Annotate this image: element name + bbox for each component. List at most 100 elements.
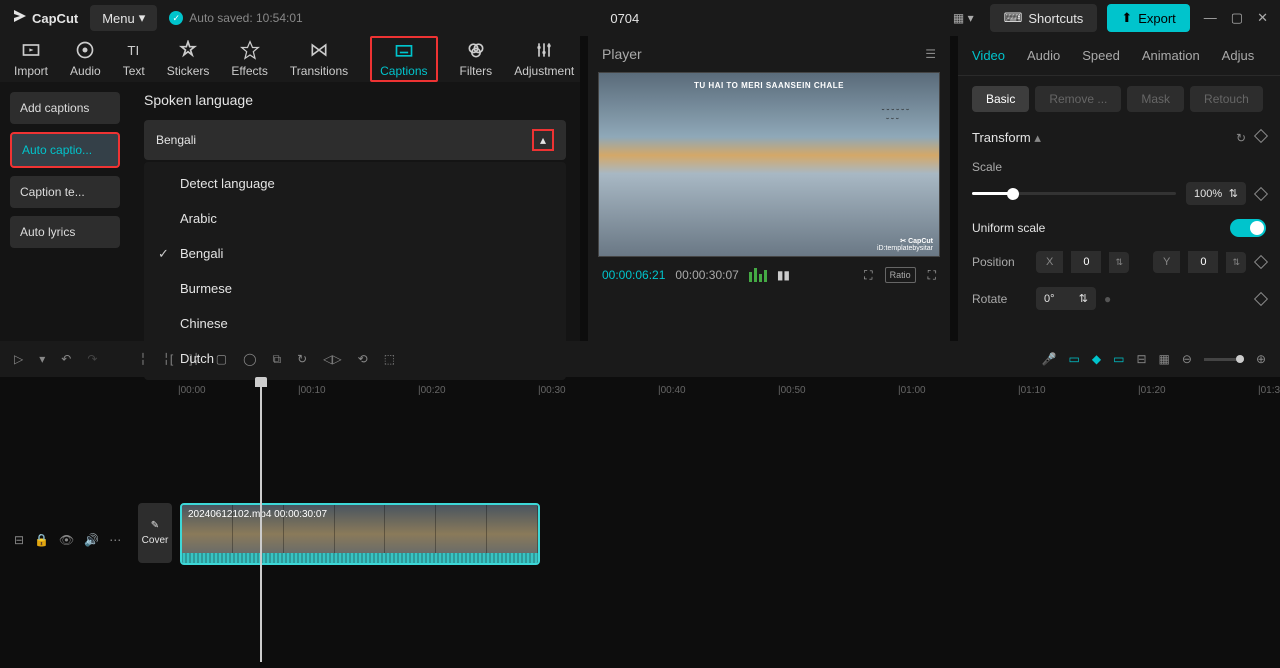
magnet-icon[interactable]: ▭ — [1069, 352, 1080, 366]
tab-stickers[interactable]: Stickers — [167, 40, 210, 78]
playhead[interactable] — [260, 377, 262, 662]
language-dropdown: Detect language Arabic Bengali Burmese C… — [144, 162, 566, 380]
subtab-remove[interactable]: Remove ... — [1035, 86, 1121, 112]
tab-captions[interactable]: Captions — [370, 36, 437, 82]
upload-icon: ⬆ — [1121, 10, 1132, 26]
tab-transitions[interactable]: Transitions — [290, 40, 348, 78]
shortcuts-button[interactable]: ⌨ Shortcuts — [990, 4, 1098, 32]
collapse-icon[interactable]: ⊟ — [14, 533, 24, 547]
layout-icon[interactable]: ▦ ▾ — [947, 5, 980, 31]
ruler-tick: |01:30 — [1258, 385, 1280, 396]
check-icon: ✓ — [169, 11, 183, 25]
tab-audio[interactable]: Audio — [70, 40, 101, 78]
subtab-retouch[interactable]: Retouch — [1190, 86, 1263, 112]
video-clip[interactable]: 20240612102.mp4 00:00:30:07 — [180, 503, 540, 565]
app-logo: CapCut — [12, 10, 78, 26]
auto-captions-btn[interactable]: Auto captio... — [10, 132, 120, 168]
uniform-scale-label: Uniform scale — [972, 221, 1045, 235]
caption-overlay: TU HAI TO MERI SAANSEIN CHALE — [694, 81, 844, 90]
reset-icon[interactable]: ↻ — [1236, 131, 1246, 145]
timeline-ruler[interactable]: |00:00|00:10|00:20|00:30|00:40|00:50|01:… — [0, 377, 1280, 403]
prop-tab-audio[interactable]: Audio — [1027, 48, 1060, 63]
hamburger-icon[interactable]: ☰ — [925, 47, 936, 61]
ruler-tick: |00:10 — [298, 385, 326, 396]
align-icon[interactable]: ⊟ — [1136, 352, 1146, 366]
focus-icon[interactable]: ⛶ — [864, 268, 872, 283]
tab-filters[interactable]: Filters — [460, 40, 493, 78]
prop-tab-speed[interactable]: Speed — [1082, 48, 1120, 63]
cover-button[interactable]: ✎ Cover — [138, 503, 172, 563]
prop-tab-adjustment[interactable]: Adjus — [1222, 48, 1255, 63]
property-tabs: Video Audio Speed Animation Adjus — [958, 36, 1280, 76]
keyframe-icon[interactable] — [1254, 186, 1268, 200]
tab-import[interactable]: Import — [14, 40, 48, 78]
scale-slider[interactable] — [972, 192, 1176, 195]
preview-icon[interactable]: ▭ — [1113, 352, 1124, 366]
uniform-scale-toggle[interactable] — [1230, 219, 1266, 237]
lock-icon[interactable]: 🔒 — [34, 533, 49, 547]
keyframe-icon[interactable] — [1254, 129, 1268, 143]
rotate-dial-icon[interactable]: ● — [1104, 292, 1111, 306]
auto-lyrics-btn[interactable]: Auto lyrics — [10, 216, 120, 248]
scale-value[interactable]: 100%⇅ — [1186, 182, 1246, 205]
redo-button[interactable]: ↷ — [87, 352, 97, 366]
export-button[interactable]: ⬆ Export — [1107, 4, 1189, 32]
player-controls: 00:00:06:21 00:00:30:07 ▮▮ ⛶ Ratio ⛶ — [588, 257, 950, 293]
lang-option[interactable]: Dutch — [144, 341, 566, 376]
chevron-down-icon[interactable]: ▾ — [39, 352, 45, 366]
autosave-status: ✓ Auto saved: 10:54:01 — [169, 11, 302, 25]
tracks-area[interactable]: ⊟ 🔒 👁 🔊 ⋯ ✎ Cover 20240612102.mp4 00:00:… — [0, 403, 1280, 643]
language-select[interactable]: Bengali ▴ — [144, 120, 566, 160]
ratio-button[interactable]: Ratio — [885, 267, 916, 283]
y-input[interactable]: 0 — [1188, 251, 1218, 273]
grid-icon[interactable]: ▦ — [1159, 352, 1170, 366]
fullscreen-icon[interactable]: ⛶ — [928, 268, 936, 283]
tab-effects[interactable]: Effects — [231, 40, 267, 78]
player-panel: Player ☰ TU HAI TO MERI SAANSEIN CHALE ˘… — [588, 36, 950, 341]
keyframe-icon[interactable] — [1254, 291, 1268, 305]
zoom-out-icon[interactable]: ⊖ — [1182, 352, 1192, 366]
ruler-tick: |01:00 — [898, 385, 926, 396]
zoom-in-icon[interactable]: ⊕ — [1256, 352, 1266, 366]
subtab-basic[interactable]: Basic — [972, 86, 1029, 112]
lang-option[interactable]: Burmese — [144, 271, 566, 306]
close-button[interactable]: ✕ — [1257, 10, 1268, 26]
subtab-mask[interactable]: Mask — [1127, 86, 1184, 112]
pause-button[interactable]: ▮▮ — [777, 268, 790, 282]
mic-icon[interactable]: 🎤 — [1042, 352, 1057, 366]
video-preview[interactable]: TU HAI TO MERI SAANSEIN CHALE ˘ ˘ ˘ ˘ ˘ … — [598, 72, 940, 257]
keyframe-icon[interactable] — [1254, 255, 1268, 269]
svg-text:TI: TI — [127, 43, 139, 58]
y-stepper[interactable]: ⇅ — [1226, 252, 1246, 273]
rotate-label: Rotate — [972, 292, 1028, 306]
tab-adjustment[interactable]: Adjustment — [514, 40, 574, 78]
prop-tab-animation[interactable]: Animation — [1142, 48, 1200, 63]
edit-icon: ✎ — [151, 520, 159, 531]
lang-option[interactable]: Chinese — [144, 306, 566, 341]
x-stepper[interactable]: ⇅ — [1109, 252, 1129, 273]
x-input[interactable]: 0 — [1071, 251, 1101, 273]
caption-templates-btn[interactable]: Caption te... — [10, 176, 120, 208]
tab-text[interactable]: TIText — [123, 40, 145, 78]
minimize-button[interactable]: — — [1204, 10, 1217, 26]
pointer-icon[interactable]: ▷ — [14, 352, 23, 366]
document-title: 0704 — [315, 11, 935, 26]
ruler-tick: |00:20 — [418, 385, 446, 396]
menu-button[interactable]: Menu ▾ — [90, 5, 157, 31]
prop-tab-video[interactable]: Video — [972, 48, 1005, 63]
transform-section: Transform ▴ — [972, 130, 1041, 146]
link-icon[interactable]: ◆ — [1092, 352, 1101, 366]
lang-option[interactable]: Detect language — [144, 166, 566, 201]
add-captions-btn[interactable]: Add captions — [10, 92, 120, 124]
lang-option[interactable]: Bengali — [144, 236, 566, 271]
maximize-button[interactable]: ▢ — [1231, 10, 1243, 26]
visibility-icon[interactable]: 👁 — [59, 533, 74, 547]
more-icon[interactable]: ⋯ — [109, 533, 121, 547]
chevron-up-icon[interactable]: ▴ — [532, 129, 554, 151]
rotate-value[interactable]: 0°⇅ — [1036, 287, 1096, 310]
lang-option[interactable]: Arabic — [144, 201, 566, 236]
undo-button[interactable]: ↶ — [61, 352, 71, 366]
mute-icon[interactable]: 🔊 — [84, 533, 99, 547]
title-bar: CapCut Menu ▾ ✓ Auto saved: 10:54:01 070… — [0, 0, 1280, 36]
clip-label: 20240612102.mp4 00:00:30:07 — [188, 509, 327, 520]
